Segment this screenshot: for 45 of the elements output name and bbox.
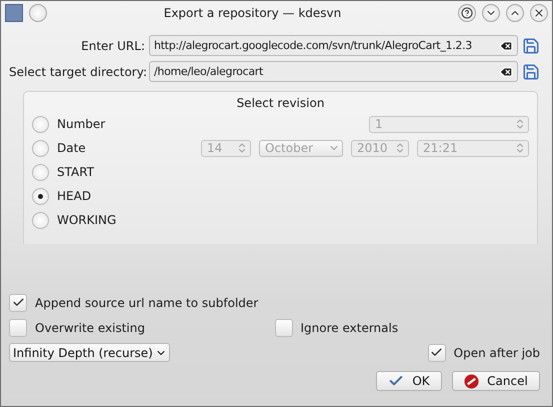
radio-button[interactable] [32,140,49,156]
close-icon [533,7,545,19]
clear-icon[interactable] [499,64,513,78]
checkbox-label: Ignore externals [300,320,398,334]
radio-button[interactable] [32,188,49,204]
checkbox-label: Overwrite existing [35,320,145,334]
no-entry-icon [464,374,480,388]
save-icon[interactable] [522,36,540,54]
up-down-arrows-icon [394,142,406,154]
checkbox[interactable] [9,318,27,336]
clear-icon[interactable] [499,38,513,52]
radio-label: WORKING [57,213,118,227]
radio-button[interactable] [32,164,49,180]
check-icon [12,296,24,309]
path-field[interactable]: /home/leo/alegrocart [149,61,518,82]
help-icon [461,7,473,19]
path-field[interactable]: http://alegrocart.googlecode.com/svn/trunk/AlegroCart_1.2.3 [149,35,518,56]
checkbox[interactable] [428,344,446,362]
checkbox-label: Open after job [454,346,540,360]
ok-button[interactable]: OK [376,371,442,391]
checkbox-label: Append source url name to subfolder [35,296,258,310]
group-title: Select revision [236,96,326,110]
minimize-button[interactable] [482,4,500,22]
window-title: Export a repository — kdesvn [162,6,342,20]
check-icon [430,346,444,359]
depth-dropdown[interactable]: Infinity Depth (recurse) [9,343,170,362]
radio-button[interactable] [32,116,49,132]
field-label: Select target directory: [9,64,145,78]
radio-label: Number [57,117,106,131]
maximize-button[interactable] [506,4,524,22]
cancel-button[interactable]: Cancel [452,371,540,391]
radio-label: HEAD [57,189,92,203]
up-down-arrows-icon [236,142,248,154]
save-icon[interactable] [522,62,540,80]
radio-label: Date [57,141,87,155]
menu-button[interactable] [29,4,47,22]
field-label: Enter URL: [80,38,145,52]
help-button[interactable] [458,4,476,22]
checkbox[interactable] [274,318,292,336]
radio-button[interactable] [32,212,49,228]
close-button[interactable] [530,4,548,22]
checkbox[interactable] [9,294,27,312]
up-down-arrows-icon [514,142,526,154]
radio-label: START [57,165,96,179]
up-down-arrows-icon [514,118,526,130]
